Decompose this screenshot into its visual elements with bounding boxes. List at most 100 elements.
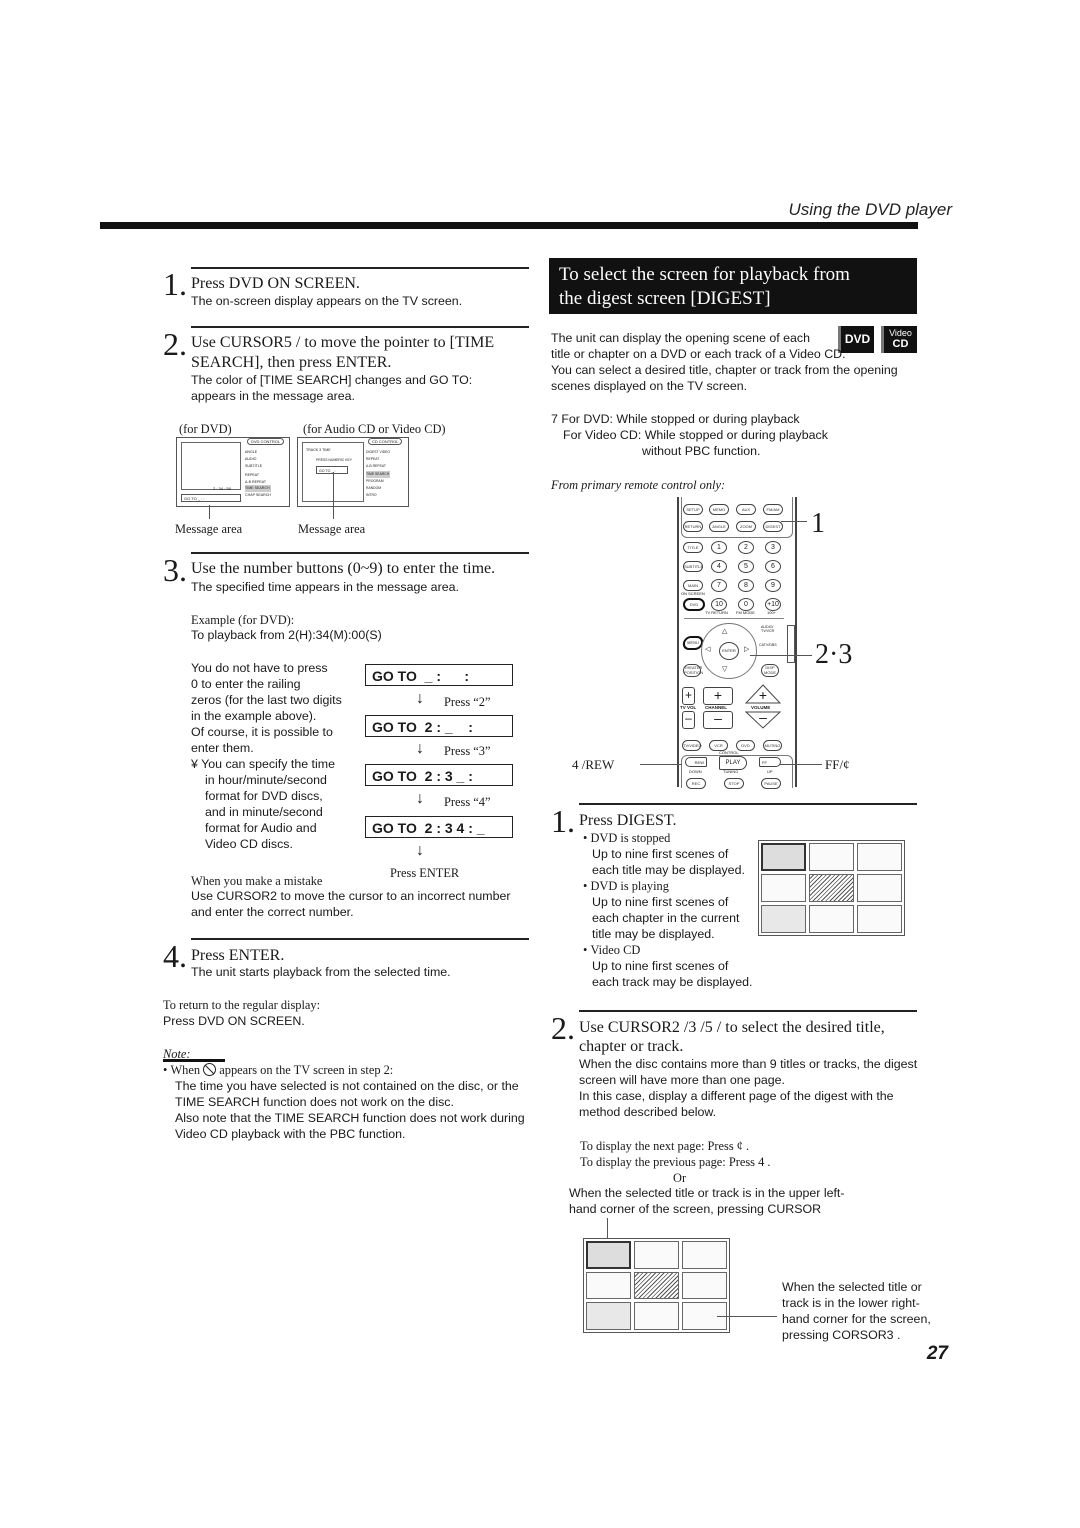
number-button-2[interactable]: 2 [738, 541, 754, 554]
number-button-4[interactable]: 4 [711, 560, 727, 573]
fmam-button[interactable]: FM/AM [763, 504, 783, 515]
thumbnail-soccer-players[interactable] [809, 843, 854, 871]
note-line: Also note that the TIME SEARCH function … [175, 1111, 525, 1125]
step-body-line: appears in the message area. [191, 389, 355, 403]
example-target: To playback from 2(H):34(M):00(S) [191, 628, 382, 642]
theater-position-button[interactable]: THEATER POSITION [683, 664, 703, 677]
thumbnail-man-by-wall[interactable] [809, 874, 854, 902]
rew-button[interactable]: REW [685, 757, 707, 767]
main-button[interactable]: MAIN [683, 580, 703, 591]
channel-down-button[interactable]: – [703, 711, 733, 729]
angle-button[interactable]: ANGLE [709, 521, 729, 532]
step-title-line: SEARCH], then press ENTER. [191, 354, 392, 371]
remote-caption: From primary remote control only: [551, 478, 726, 492]
cursor-pad[interactable]: △ ▽ ◁ ▷ ENTER [701, 623, 757, 679]
header-rule [100, 222, 918, 229]
step-title-line: chapter or track. [579, 1038, 684, 1055]
number-button-7[interactable]: 7 [711, 579, 727, 592]
remote-divider [684, 618, 784, 619]
example-label: Example (for DVD): [191, 613, 295, 627]
cursor-right-icon[interactable]: ▷ [744, 645, 749, 653]
condition-line: 7 For DVD: While stopped or during playb… [551, 412, 800, 426]
example-note: You do not have to press 0 to enter the … [191, 660, 342, 852]
pause-button[interactable]: PAUSE [761, 778, 781, 789]
thumbnail-trumpet-player[interactable] [634, 1302, 679, 1330]
thumbnail-building-with-car[interactable] [761, 905, 806, 933]
digest-button[interactable]: DIGEST [763, 521, 783, 532]
number-button-5[interactable]: 5 [738, 560, 754, 573]
ff-button[interactable]: FF [759, 757, 781, 767]
thumbnail-dog[interactable] [761, 843, 806, 871]
thumbnail-building-with-car[interactable] [586, 1302, 631, 1330]
title-button[interactable]: TITLE [683, 542, 703, 553]
stop-button[interactable]: STOP [724, 778, 744, 789]
note-line: in the example above). [191, 709, 317, 723]
thumbnail-dog[interactable] [586, 1241, 631, 1269]
rec-button[interactable]: REC [686, 778, 706, 789]
thumbnail-trumpet-player[interactable] [809, 905, 854, 933]
number-button-9[interactable]: 9 [765, 579, 781, 592]
volume-down-button[interactable]: – [745, 710, 781, 729]
thumbnail-kissing-couple[interactable] [682, 1241, 727, 1269]
osd-menu-item: RANDOM [366, 486, 382, 491]
number-button-6[interactable]: 6 [765, 560, 781, 573]
remote-label: 100+ [767, 610, 777, 615]
zoom-button[interactable]: ZOOM [736, 521, 756, 532]
setup-button[interactable]: SETUP [683, 504, 703, 515]
tv-vol-up-button[interactable]: + [682, 687, 695, 705]
return-button[interactable]: RETURN [683, 521, 703, 532]
step-rule [579, 1010, 917, 1012]
thumbnail-man-by-wall[interactable] [634, 1271, 679, 1300]
number-button-3[interactable]: 3 [765, 541, 781, 554]
down-arrow-icon: ↓ [416, 790, 424, 807]
thumbnail-soccer-players[interactable] [634, 1241, 679, 1269]
step-body: When the disc contains more than 9 title… [579, 1056, 917, 1120]
volume-up-button[interactable]: + [745, 684, 781, 704]
osd-menu-item: INTRO [366, 493, 377, 498]
disp-mode-button[interactable]: DISP MODE [761, 664, 779, 677]
remote-control: SETUP MEMO AUX FM/AM RETURN ANGLE ZOOM D… [677, 497, 797, 789]
cursor-left-icon[interactable]: ◁ [705, 645, 710, 653]
thumbnail-beach-scene[interactable] [857, 874, 902, 902]
step-title-line: Use CURSOR2 /3 /5 / to select the desire… [579, 1019, 885, 1036]
enter-button[interactable]: ENTER [719, 642, 739, 660]
step-number: 2. [163, 326, 187, 362]
tip-line: format for DVD discs, [205, 789, 323, 803]
press-label: Press “3” [444, 744, 491, 758]
osd-message-area: GO TO _ : : [181, 494, 241, 502]
channel-up-button[interactable]: + [703, 687, 733, 705]
cursor-up-icon[interactable]: △ [722, 627, 727, 635]
note-line: pressing CORSOR3 . [782, 1328, 901, 1342]
thumbnail-man-in-sunglasses[interactable] [761, 874, 806, 902]
section-title: Using the DVD player [788, 200, 952, 219]
mode-switch[interactable] [787, 625, 795, 663]
callout-line [333, 472, 334, 519]
osd-rows: ANGLE AUDIO SUBTITLE [245, 449, 262, 470]
section-banner: To select the screen for playback from t… [549, 258, 917, 314]
callout-rew: 4 /REW [572, 757, 615, 772]
note-line: track is in the lower right- [782, 1296, 920, 1310]
muting-button[interactable]: MUTING [763, 740, 782, 751]
number-button-8[interactable]: 8 [738, 579, 754, 592]
cursor-down-icon[interactable]: ▽ [722, 665, 727, 673]
aux-button[interactable]: AUX [736, 504, 756, 515]
play-button[interactable]: PLAY [719, 756, 747, 770]
memo-button[interactable]: MEMO [709, 504, 729, 515]
tv-vol-down-button[interactable]: – [682, 711, 695, 729]
number-button-1[interactable]: 1 [711, 541, 727, 554]
thumbnail-beach-scene[interactable] [682, 1271, 727, 1300]
digest-screen [758, 840, 905, 936]
step-number: 1. [551, 803, 575, 839]
tv-video-button[interactable]: TV/VIDEO [682, 740, 702, 751]
thumbnail-waving-child[interactable] [857, 905, 902, 933]
thumbnail-man-in-sunglasses[interactable] [586, 1271, 631, 1300]
subtitle-button[interactable]: SUBTITLE [683, 561, 703, 572]
bullet-line: Up to nine first scenes of [592, 847, 729, 861]
dvd-on-screen-button[interactable]: DVD [683, 598, 705, 611]
osd-menu-item: CHAP SEARCH [245, 492, 271, 497]
goto-display: GO TO 2 : 3 4 : _ [365, 816, 513, 838]
osd-message-area: GO TO _ : [316, 466, 348, 474]
mistake-label: When you make a mistake [191, 874, 323, 888]
thumbnail-kissing-couple[interactable] [857, 843, 902, 871]
osd-panel-title: CD CONTROL [368, 438, 403, 445]
